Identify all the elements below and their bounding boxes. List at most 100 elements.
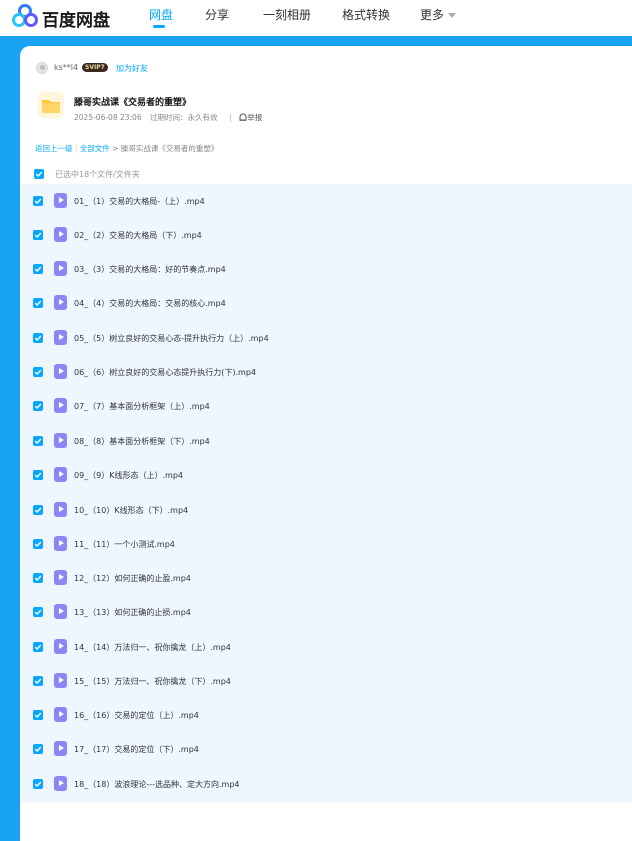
share-meta: 2025-06-08 23:06 过期时间：永久有效 举报 bbox=[74, 112, 274, 123]
video-file-icon bbox=[54, 639, 67, 654]
check-icon bbox=[34, 266, 42, 272]
check-icon bbox=[34, 300, 42, 306]
file-row[interactable]: 04_（4）交易的大格局：交易的核心.mp4 bbox=[20, 286, 632, 320]
file-checkbox[interactable] bbox=[33, 539, 43, 549]
check-icon bbox=[34, 198, 42, 204]
file-checkbox[interactable] bbox=[33, 401, 43, 411]
sharer-name[interactable]: ks**l4 bbox=[54, 63, 78, 72]
file-name[interactable]: 09_（9）K线形态（上）.mp4 bbox=[74, 470, 183, 481]
selection-count: 已选中18个文件/文件夹 bbox=[55, 170, 140, 179]
file-row[interactable]: 10_（10）K线形态（下）.mp4 bbox=[20, 493, 632, 527]
nav-photo-album[interactable]: 一刻相册 bbox=[263, 6, 311, 23]
file-row[interactable]: 07_（7）基本面分析框架（上）.mp4 bbox=[20, 389, 632, 423]
file-checkbox[interactable] bbox=[33, 676, 43, 686]
file-name[interactable]: 10_（10）K线形态（下）.mp4 bbox=[74, 505, 188, 516]
folder-icon bbox=[38, 92, 64, 118]
nav-share[interactable]: 分享 bbox=[205, 6, 229, 23]
video-file-icon bbox=[54, 330, 67, 345]
file-name[interactable]: 08_（8）基本面分析框架（下）.mp4 bbox=[74, 436, 210, 447]
file-row[interactable]: 18_（18）波浪理论---选品种、定大方向.mp4 bbox=[20, 767, 632, 801]
avatar[interactable] bbox=[36, 62, 48, 74]
file-checkbox[interactable] bbox=[33, 436, 43, 446]
file-checkbox[interactable] bbox=[33, 367, 43, 377]
file-checkbox[interactable] bbox=[33, 744, 43, 754]
check-icon bbox=[34, 575, 42, 581]
select-all-checkbox[interactable] bbox=[34, 169, 44, 179]
file-row[interactable]: 17_（17）交易的定位（下）.mp4 bbox=[20, 732, 632, 766]
video-file-icon bbox=[54, 741, 67, 756]
file-name[interactable]: 04_（4）交易的大格局：交易的核心.mp4 bbox=[74, 298, 226, 309]
file-row[interactable]: 12_（12）如何正确的止盈.mp4 bbox=[20, 561, 632, 595]
file-name[interactable]: 05_（5）树立良好的交易心态-提升执行力（上）.mp4 bbox=[74, 333, 269, 344]
file-row[interactable]: 05_（5）树立良好的交易心态-提升执行力（上）.mp4 bbox=[20, 321, 632, 355]
file-name[interactable]: 16_（16）交易的定位（上）.mp4 bbox=[74, 710, 199, 721]
file-checkbox[interactable] bbox=[33, 779, 43, 789]
nav-netdisk[interactable]: 网盘 bbox=[149, 6, 173, 23]
check-icon bbox=[34, 712, 42, 718]
file-name[interactable]: 11_（11）一个小测试.mp4 bbox=[74, 539, 175, 550]
file-row[interactable]: 01_（1）交易的大格局-（上）.mp4 bbox=[20, 184, 632, 218]
file-name[interactable]: 06_（6）树立良好的交易心态提升执行力(下).mp4 bbox=[74, 367, 256, 378]
file-row[interactable]: 09_（9）K线形态（上）.mp4 bbox=[20, 458, 632, 492]
file-checkbox[interactable] bbox=[33, 573, 43, 583]
all-files-link[interactable]: 全部文件 bbox=[80, 144, 110, 153]
file-row[interactable]: 08_（8）基本面分析框架（下）.mp4 bbox=[20, 424, 632, 458]
file-name[interactable]: 12_（12）如何正确的止盈.mp4 bbox=[74, 573, 191, 584]
video-file-icon bbox=[54, 398, 67, 413]
report-label: 举报 bbox=[247, 113, 263, 122]
file-name[interactable]: 15_（15）万法归一、祝你擒龙（下）.mp4 bbox=[74, 676, 231, 687]
check-icon bbox=[34, 472, 42, 478]
file-name[interactable]: 01_（1）交易的大格局-（上）.mp4 bbox=[74, 196, 205, 207]
back-link[interactable]: 返回上一级 bbox=[35, 144, 73, 153]
file-name[interactable]: 18_（18）波浪理论---选品种、定大方向.mp4 bbox=[74, 779, 240, 790]
active-tab-indicator bbox=[153, 25, 165, 28]
file-row[interactable]: 13_（13）如何正确的止损.mp4 bbox=[20, 595, 632, 629]
file-name[interactable]: 17_（17）交易的定位（下）.mp4 bbox=[74, 744, 199, 755]
file-name[interactable]: 07_（7）基本面分析框架（上）.mp4 bbox=[74, 401, 210, 412]
file-checkbox[interactable] bbox=[33, 470, 43, 480]
file-row[interactable]: 02_（2）交易的大格局（下）.mp4 bbox=[20, 218, 632, 252]
baidu-netdisk-logo[interactable]: 百度网盘 bbox=[12, 4, 112, 31]
file-name[interactable]: 14_（14）万法归一、祝你擒龙（上）.mp4 bbox=[74, 642, 231, 653]
file-list: 01_（1）交易的大格局-（上）.mp4 02_（2）交易的大格局（下）.mp4 0… bbox=[20, 184, 632, 802]
nav-format-convert[interactable]: 格式转换 bbox=[342, 6, 390, 23]
file-checkbox[interactable] bbox=[33, 710, 43, 720]
video-file-icon bbox=[54, 604, 67, 619]
file-name[interactable]: 13_（13）如何正确的止损.mp4 bbox=[74, 607, 191, 618]
check-icon bbox=[34, 781, 42, 787]
video-file-icon bbox=[54, 536, 67, 551]
file-name[interactable]: 02_（2）交易的大格局（下）.mp4 bbox=[74, 230, 202, 241]
chevron-down-icon bbox=[448, 13, 457, 18]
divider bbox=[229, 114, 231, 122]
file-checkbox[interactable] bbox=[33, 196, 43, 206]
check-icon bbox=[34, 541, 42, 547]
file-row[interactable]: 06_（6）树立良好的交易心态提升执行力(下).mp4 bbox=[20, 355, 632, 389]
breadcrumb: 返回上一级 | 全部文件 > 滕哥实战课《交易者的重塑》 bbox=[35, 144, 219, 153]
nav-more[interactable]: 更多 bbox=[420, 6, 457, 23]
check-icon bbox=[34, 678, 42, 684]
file-name[interactable]: 03_（3）交易的大格局：好的节奏点.mp4 bbox=[74, 264, 226, 275]
file-checkbox[interactable] bbox=[33, 230, 43, 240]
video-file-icon bbox=[54, 707, 67, 722]
file-row[interactable]: 15_（15）万法归一、祝你擒龙（下）.mp4 bbox=[20, 664, 632, 698]
expire-time: 过期时间：永久有效 bbox=[149, 113, 218, 122]
video-file-icon bbox=[54, 570, 67, 585]
file-row[interactable]: 16_（16）交易的定位（上）.mp4 bbox=[20, 698, 632, 732]
file-checkbox[interactable] bbox=[33, 333, 43, 343]
breadcrumb-separator: > bbox=[112, 144, 119, 153]
report-button[interactable]: 举报 bbox=[239, 113, 268, 122]
logo-text: 百度网盘 bbox=[42, 11, 110, 31]
add-friend-link[interactable]: 加为好友 bbox=[116, 63, 148, 74]
file-checkbox[interactable] bbox=[33, 607, 43, 617]
video-file-icon bbox=[54, 776, 67, 791]
video-file-icon bbox=[54, 673, 67, 688]
file-row[interactable]: 03_（3）交易的大格局：好的节奏点.mp4 bbox=[20, 252, 632, 286]
file-row[interactable]: 11_（11）一个小测试.mp4 bbox=[20, 527, 632, 561]
file-checkbox[interactable] bbox=[33, 505, 43, 515]
check-icon bbox=[34, 403, 42, 409]
file-checkbox[interactable] bbox=[33, 642, 43, 652]
file-checkbox[interactable] bbox=[33, 298, 43, 308]
nav-more-label: 更多 bbox=[420, 8, 445, 22]
file-checkbox[interactable] bbox=[33, 264, 43, 274]
file-row[interactable]: 14_（14）万法归一、祝你擒龙（上）.mp4 bbox=[20, 630, 632, 664]
